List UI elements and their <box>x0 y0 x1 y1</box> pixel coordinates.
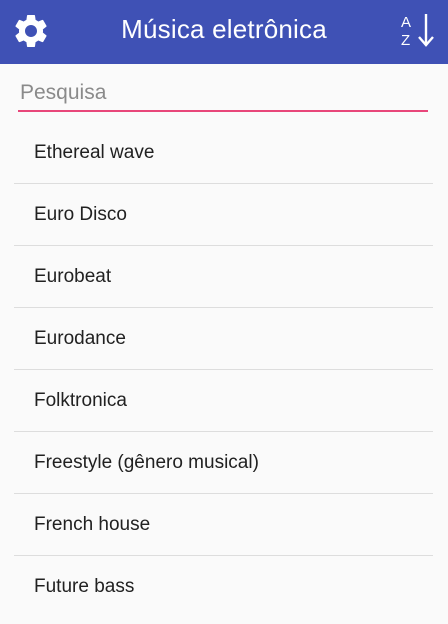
svg-text:Z: Z <box>401 32 410 49</box>
gear-icon[interactable] <box>10 10 52 52</box>
svg-text:A: A <box>401 14 411 31</box>
list-item[interactable]: Euro Disco <box>14 184 433 246</box>
list-item[interactable]: French house <box>14 494 433 556</box>
list-item[interactable]: Folktronica <box>14 370 433 432</box>
search-input[interactable] <box>18 76 428 110</box>
list-item[interactable]: Ethereal wave <box>14 122 433 184</box>
list-item[interactable]: Freestyle (gênero musical) <box>14 432 433 494</box>
app-toolbar: Música eletrônica A Z <box>0 0 448 64</box>
list-item[interactable]: Future bass <box>14 556 433 618</box>
list-item[interactable]: Eurodance <box>14 308 433 370</box>
app-screen: Música eletrônica A Z Ethereal wave Euro… <box>0 0 448 624</box>
page-title: Música eletrônica <box>121 14 327 44</box>
list-item[interactable]: Eurobeat <box>14 246 433 308</box>
search-underline <box>18 110 428 112</box>
sort-az-icon[interactable]: A Z <box>396 8 440 52</box>
genre-list: Ethereal wave Euro Disco Eurobeat Euroda… <box>14 122 433 618</box>
search-field <box>18 76 428 114</box>
